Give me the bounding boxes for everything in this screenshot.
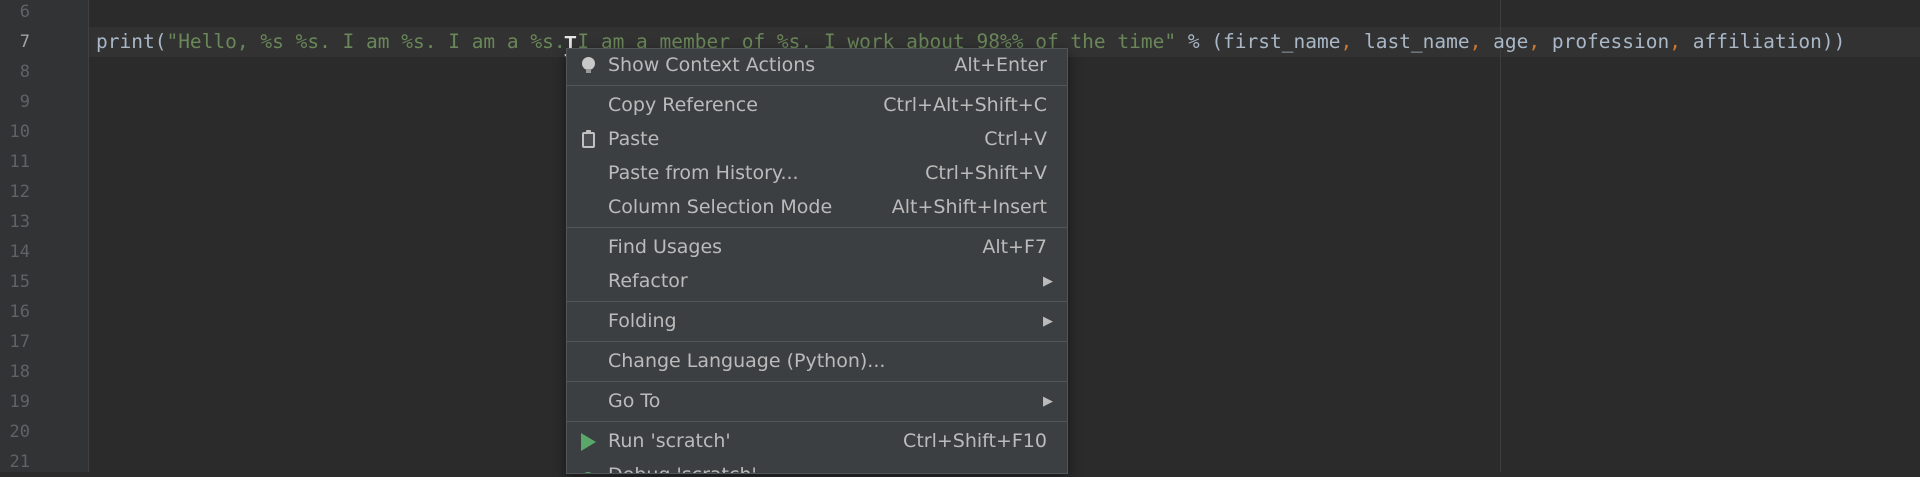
code-token: last_name — [1352, 30, 1470, 53]
line-number: 18 — [9, 362, 30, 382]
code-token-comma: , — [1340, 30, 1353, 53]
menu-item-find-usages[interactable]: Find Usages Alt+F7 — [567, 231, 1067, 264]
menu-item-shortcut: Ctrl+V — [984, 128, 1047, 150]
line-number: 19 — [9, 392, 30, 412]
line-number-gutter: 6 7 8 9 10 11 12 13 14 15 16 17 18 19 20… — [0, 0, 89, 472]
code-token: profession — [1540, 30, 1670, 53]
menu-item-shortcut: Ctrl+Shift+F10 — [903, 430, 1047, 452]
submenu-arrow-icon: ▶ — [1043, 394, 1053, 409]
line-number: 14 — [9, 242, 30, 262]
menu-item-label: Run 'scratch' — [608, 430, 731, 452]
code-token: affiliation)) — [1680, 30, 1846, 53]
code-token: age — [1481, 30, 1529, 53]
menu-item-label: Refactor — [608, 270, 688, 292]
menu-item-paste[interactable]: Paste Ctrl+V — [567, 123, 1067, 156]
line-number: 12 — [9, 182, 30, 202]
menu-item-shortcut: Ctrl+Shift+V — [925, 162, 1047, 184]
line-number: 16 — [9, 302, 30, 322]
line-number: 17 — [9, 332, 30, 352]
run-icon — [577, 425, 599, 458]
menu-separator — [567, 381, 1067, 382]
line-number: 8 — [19, 62, 30, 82]
menu-item-column-selection-mode[interactable]: Column Selection Mode Alt+Shift+Insert — [567, 191, 1067, 224]
menu-item-show-context-actions[interactable]: Show Context Actions Alt+Enter — [567, 49, 1067, 82]
menu-item-label: Change Language (Python)... — [608, 350, 886, 372]
code-token-comma: , — [1469, 30, 1482, 53]
menu-separator — [567, 421, 1067, 422]
menu-item-label: Find Usages — [608, 236, 723, 258]
menu-item-copy-reference[interactable]: Copy Reference Ctrl+Alt+Shift+C — [567, 89, 1067, 122]
line-number: 11 — [9, 152, 30, 172]
menu-item-label: Paste — [608, 128, 660, 150]
menu-item-label: Show Context Actions — [608, 54, 816, 76]
code-token-comma: , — [1669, 30, 1681, 53]
editor-context-menu: Show Context Actions Alt+Enter Copy Refe… — [566, 48, 1068, 474]
code-token-function: print( — [96, 30, 167, 53]
line-number: 10 — [9, 122, 30, 142]
clipboard-icon — [577, 123, 599, 156]
menu-item-label: Go To — [608, 390, 661, 412]
code-token-comma: , — [1528, 30, 1541, 53]
line-number: 13 — [9, 212, 30, 232]
menu-separator — [567, 341, 1067, 342]
code-token: % (first_name — [1176, 30, 1341, 53]
menu-item-label: Paste from History... — [608, 162, 799, 184]
submenu-arrow-icon: ▶ — [1043, 274, 1053, 289]
menu-item-label: Copy Reference — [608, 94, 758, 116]
menu-item-label: Column Selection Mode — [608, 196, 833, 218]
submenu-arrow-icon: ▶ — [1043, 314, 1053, 329]
lightbulb-icon — [577, 49, 599, 82]
menu-item-shortcut: Alt+F7 — [982, 236, 1047, 258]
line-number: 21 — [9, 452, 30, 472]
line-number: 15 — [9, 272, 30, 292]
menu-item-shortcut: Ctrl+Alt+Shift+C — [883, 94, 1047, 116]
menu-separator — [567, 227, 1067, 228]
menu-item-shortcut: Alt+Enter — [954, 54, 1047, 76]
right-margin-guide — [1500, 0, 1501, 472]
menu-item-run-scratch[interactable]: Run 'scratch' Ctrl+Shift+F10 — [567, 425, 1067, 458]
menu-item-paste-from-history[interactable]: Paste from History... Ctrl+Shift+V — [567, 157, 1067, 190]
menu-item-shortcut: Alt+Shift+Insert — [891, 196, 1047, 218]
menu-item-refactor[interactable]: Refactor ▶ — [567, 265, 1067, 298]
menu-separator — [567, 301, 1067, 302]
menu-separator — [567, 85, 1067, 86]
line-number-current: 7 — [19, 32, 30, 52]
line-number: 9 — [19, 92, 30, 112]
line-number: 20 — [9, 422, 30, 442]
menu-item-go-to[interactable]: Go To ▶ — [567, 385, 1067, 418]
menu-item-folding[interactable]: Folding ▶ — [567, 305, 1067, 338]
menu-item-change-language[interactable]: Change Language (Python)... — [567, 345, 1067, 378]
menu-item-label: Folding — [608, 310, 677, 332]
line-number: 6 — [19, 2, 30, 22]
